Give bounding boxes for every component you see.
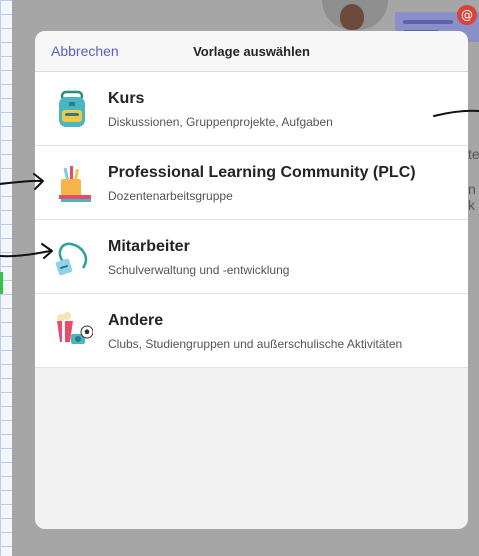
template-description: Schulverwaltung und -entwicklung	[108, 263, 290, 277]
template-name: Kurs	[108, 90, 145, 107]
template-description: Clubs, Studiengruppen und außerschulisch…	[108, 337, 403, 351]
template-name: Professional Learning Community (PLC)	[108, 164, 416, 181]
dialog-title: Vorlage auswählen	[193, 44, 310, 59]
template-list: Kurs Diskussionen, Gruppenprojekte, Aufg…	[35, 72, 468, 368]
background-text-fragment: n k	[468, 181, 476, 213]
template-item-plc[interactable]: Professional Learning Community (PLC) Do…	[35, 146, 468, 220]
template-item-andere[interactable]: Andere Clubs, Studiengruppen und außersc…	[35, 294, 468, 368]
books-pencils-icon	[51, 162, 93, 204]
template-picker-dialog: Abbrechen Vorlage auswählen Kurs Diskuss…	[35, 31, 468, 529]
lanyard-badge-icon	[51, 236, 93, 278]
template-description: Diskussionen, Gruppenprojekte, Aufgaben	[108, 115, 333, 129]
template-item-kurs[interactable]: Kurs Diskussionen, Gruppenprojekte, Aufg…	[35, 72, 468, 146]
background-text-fragment: te	[468, 146, 479, 162]
template-item-mitarbeiter[interactable]: Mitarbeiter Schulverwaltung und -entwick…	[35, 220, 468, 294]
popcorn-ball-icon	[51, 310, 94, 352]
template-name: Andere	[108, 312, 164, 329]
dialog-header: Abbrechen Vorlage auswählen	[35, 31, 468, 72]
backpack-icon	[51, 88, 93, 130]
template-name: Mitarbeiter	[108, 238, 190, 255]
mention-badge-icon: @	[457, 5, 477, 25]
background-green-marker	[0, 272, 3, 294]
background-avatar-head	[340, 4, 364, 30]
template-description: Dozentenarbeitsgruppe	[108, 189, 233, 203]
